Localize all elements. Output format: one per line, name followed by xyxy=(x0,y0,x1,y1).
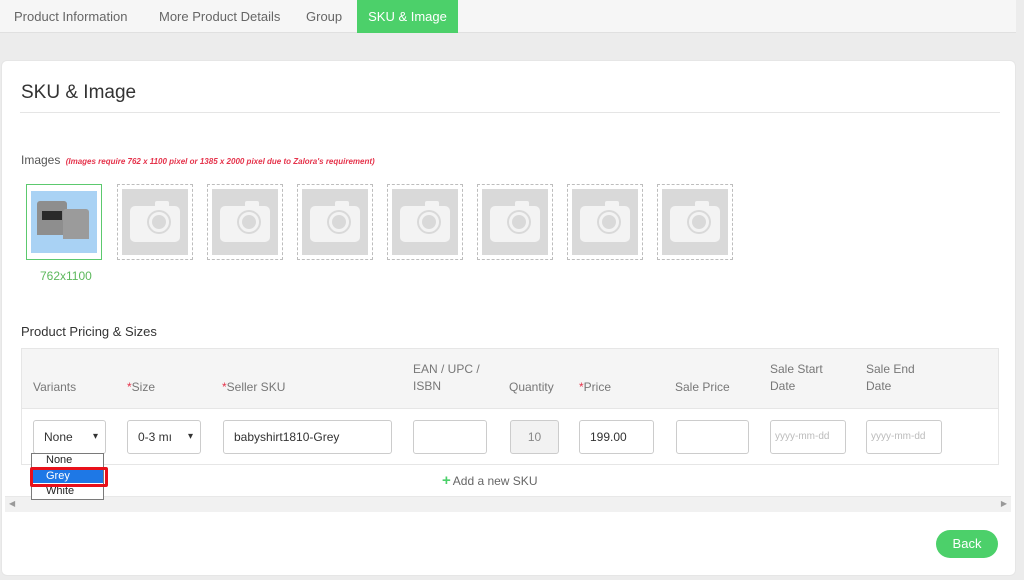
quantity-input: 10 xyxy=(510,420,559,454)
size-select[interactable]: 0-3 mı xyxy=(127,420,201,454)
header-ean: EAN / UPC / ISBN xyxy=(413,362,480,393)
header-size: *Size xyxy=(127,380,156,394)
price-input[interactable]: 199.00 xyxy=(579,420,654,454)
scroll-right-icon[interactable]: ▶ xyxy=(1001,499,1007,508)
tab-group[interactable]: Group xyxy=(294,0,354,33)
title-divider xyxy=(20,112,1000,113)
image-slot-3[interactable] xyxy=(207,184,283,260)
camera-icon xyxy=(212,189,278,255)
tab-product-information[interactable]: Product Information xyxy=(2,0,139,33)
sale-start-date-input[interactable]: yyyy-mm-dd xyxy=(770,420,846,454)
images-label: Images (Images require 762 x 1100 pixel … xyxy=(21,153,375,167)
pricing-section-label: Product Pricing & Sizes xyxy=(21,324,157,339)
tab-sku-image[interactable]: SKU & Image xyxy=(357,0,458,33)
shirt-image xyxy=(63,209,89,239)
images-label-text: Images xyxy=(21,153,61,167)
image-slot-2[interactable] xyxy=(117,184,193,260)
variant-option-none[interactable]: None xyxy=(32,454,103,467)
header-price: *Price xyxy=(579,380,612,394)
header-sale-price: Sale Price xyxy=(675,380,730,394)
page-title: SKU & Image xyxy=(21,82,137,103)
variant-select[interactable]: None xyxy=(33,420,106,454)
add-sku-link[interactable]: + Add a new SKU xyxy=(442,472,537,489)
camera-icon xyxy=(122,189,188,255)
camera-icon xyxy=(572,189,638,255)
plus-icon: + xyxy=(442,472,451,489)
sale-end-date-input[interactable]: yyyy-mm-dd xyxy=(866,420,942,454)
add-sku-label: Add a new SKU xyxy=(452,474,538,488)
images-requirement-note: (Images require 762 x 1100 pixel or 1385… xyxy=(65,157,375,166)
scroll-left-icon[interactable]: ◀ xyxy=(9,499,15,508)
ean-input[interactable] xyxy=(413,420,487,454)
header-seller-sku: *Seller SKU xyxy=(222,380,286,394)
seller-sku-input[interactable]: babyshirt1810-Grey xyxy=(223,420,392,454)
image-size-label: 762x1100 xyxy=(40,269,92,283)
header-sale-end-date: Sale End Date xyxy=(866,362,915,393)
image-slot-8[interactable] xyxy=(657,184,733,260)
horizontal-scrollbar[interactable]: ◀ ▶ xyxy=(5,496,1011,512)
tab-bar: Product Information More Product Details… xyxy=(0,0,1016,33)
sku-table: Variants *Size *Seller SKU EAN / UPC / IS… xyxy=(21,348,999,465)
back-button[interactable]: Back xyxy=(936,530,998,558)
image-slot-7[interactable] xyxy=(567,184,643,260)
camera-icon xyxy=(392,189,458,255)
product-thumbnail xyxy=(31,191,97,253)
header-variants: Variants xyxy=(33,380,77,394)
table-header: Variants *Size *Seller SKU EAN / UPC / IS… xyxy=(22,349,998,409)
tab-more-product-details[interactable]: More Product Details xyxy=(147,0,292,33)
selection-highlight-box xyxy=(30,467,108,487)
image-slot-5[interactable] xyxy=(387,184,463,260)
image-slot-6[interactable] xyxy=(477,184,553,260)
camera-icon xyxy=(662,189,728,255)
header-quantity: Quantity xyxy=(509,380,554,394)
camera-icon xyxy=(302,189,368,255)
camera-icon xyxy=(482,189,548,255)
header-sale-start-date: Sale Start Date xyxy=(770,362,823,393)
image-slot-4[interactable] xyxy=(297,184,373,260)
sale-price-input[interactable] xyxy=(676,420,749,454)
image-slot-1[interactable] xyxy=(26,184,102,260)
